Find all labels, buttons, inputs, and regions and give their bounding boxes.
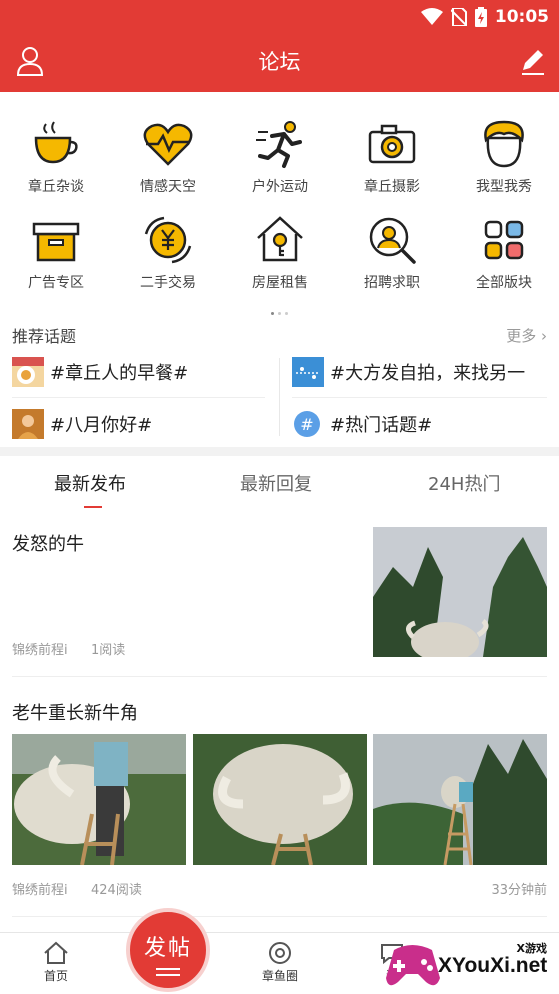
topic-text: #章丘人的早餐# <box>50 363 189 384</box>
topic-thumb-august <box>12 409 44 439</box>
topic-text: #大方发自拍，来找另一 <box>330 363 526 384</box>
edit-icon <box>522 50 544 75</box>
topic-thumb-breakfast <box>12 357 44 387</box>
category-label: 广告专区 <box>28 275 84 291</box>
nav-label: 首页 <box>43 969 68 983</box>
category-secondhand[interactable]: 二手交易 <box>112 214 224 292</box>
category-show-yourself[interactable]: 我型我秀 <box>448 118 559 196</box>
menu-lines-icon <box>156 968 180 976</box>
category-label: 全部版块 <box>476 275 532 291</box>
post-reads: 424阅读 <box>91 883 142 898</box>
heart-pulse-icon <box>143 123 193 166</box>
topic-text: #热门话题# <box>330 415 433 436</box>
post-title: 发怒的牛 <box>12 534 84 555</box>
watermark-logo: X游戏 XYouXi.net <box>384 936 559 994</box>
runner-icon <box>256 121 302 168</box>
post-divider <box>12 916 547 917</box>
gamepad-icon <box>386 945 440 986</box>
category-zhangqiu-chat[interactable]: 章丘杂谈 <box>0 118 112 196</box>
category-label: 房屋租售 <box>252 275 308 291</box>
active-tab-indicator <box>84 506 102 508</box>
yen-exchange-icon <box>144 216 192 264</box>
status-time: 10:05 <box>494 7 549 27</box>
category-label: 情感天空 <box>140 179 196 195</box>
tab-latest-replies[interactable]: 最新回复 <box>240 470 312 496</box>
category-label: 章丘摄影 <box>364 179 420 195</box>
category-label: 户外运动 <box>252 179 308 195</box>
nav-octopus-circle[interactable]: 章鱼圈 <box>240 941 320 984</box>
face-icon <box>484 120 524 168</box>
category-housing[interactable]: 房屋租售 <box>224 214 336 292</box>
topic-text: #八月你好# <box>50 415 153 436</box>
category-label: 我型我秀 <box>476 179 532 195</box>
post-image <box>12 734 186 865</box>
post-reads: 1阅读 <box>91 643 126 658</box>
compose-button[interactable] <box>519 46 547 76</box>
post-image <box>373 527 547 657</box>
topics-divider <box>279 358 280 436</box>
category-all[interactable]: 全部版块 <box>448 214 559 292</box>
topic-item[interactable]: #大方发自拍，来找另一 <box>292 357 547 387</box>
fab-label: 发帖 <box>143 936 192 961</box>
app-header: 10:05 论坛 <box>0 0 559 92</box>
topics-divider <box>292 397 547 398</box>
post-fab-button[interactable]: 发帖 <box>126 908 210 992</box>
section-gap <box>0 447 559 456</box>
category-emotion[interactable]: 情感天空 <box>112 118 224 196</box>
tab-24h-hot[interactable]: 24H热门 <box>428 470 500 496</box>
house-key-icon <box>257 216 303 262</box>
no-sim-icon <box>450 8 467 26</box>
category-label: 招聘求职 <box>364 275 420 291</box>
nav-label: 章鱼圈 <box>261 969 298 983</box>
home-icon <box>44 941 68 964</box>
post-title: 老牛重长新牛角 <box>12 703 138 724</box>
post-author: 锦绣前程i <box>12 643 68 658</box>
category-ads[interactable]: 广告专区 <box>0 214 112 292</box>
nav-home[interactable]: 首页 <box>16 941 96 984</box>
hashtag-icon: # <box>294 411 320 437</box>
watermark-text: XYouXi.net <box>438 954 548 977</box>
topics-more-link[interactable]: 更多 › <box>506 325 547 346</box>
wifi-icon <box>420 8 443 25</box>
search-person-icon <box>369 217 416 264</box>
topic-item[interactable]: #八月你好# <box>12 409 274 439</box>
tab-latest-posts[interactable]: 最新发布 <box>54 470 126 496</box>
battery-icon <box>474 7 487 27</box>
box-icon <box>32 222 80 262</box>
category-jobs[interactable]: 招聘求职 <box>336 214 448 292</box>
status-bar: 10:05 <box>420 6 549 28</box>
post-image <box>193 734 367 865</box>
topic-thumb-selfie <box>292 357 324 387</box>
category-outdoor[interactable]: 户外运动 <box>224 118 336 196</box>
category-label: 二手交易 <box>140 275 196 291</box>
circle-icon <box>269 942 291 964</box>
coffee-icon <box>34 121 78 164</box>
topic-item[interactable]: # #热门话题# <box>292 409 547 439</box>
svg-text:#: # <box>300 415 313 434</box>
page-indicator <box>0 300 559 319</box>
page-title: 论坛 <box>258 50 301 74</box>
topic-item[interactable]: #章丘人的早餐# <box>12 357 274 387</box>
category-label: 章丘杂谈 <box>28 179 84 195</box>
post-divider <box>12 676 547 677</box>
topics-divider <box>12 397 265 398</box>
post-image <box>373 734 547 865</box>
post-time: 33分钟前 <box>491 883 547 898</box>
grid-icon <box>484 220 524 260</box>
category-photography[interactable]: 章丘摄影 <box>336 118 448 196</box>
camera-icon <box>368 124 416 164</box>
topics-heading: 推荐话题 <box>12 327 77 346</box>
topics-header: 推荐话题 更多 › <box>12 323 547 346</box>
post-author: 锦绣前程i <box>12 883 68 898</box>
